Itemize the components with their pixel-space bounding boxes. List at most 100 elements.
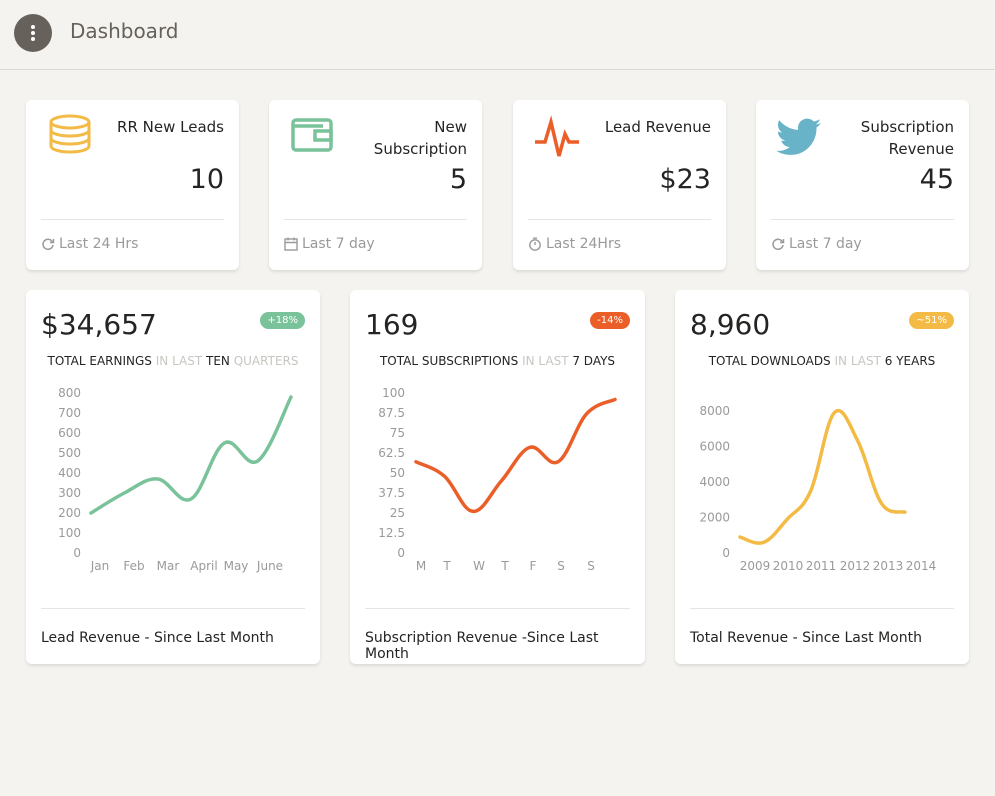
stat-value: $23 bbox=[659, 164, 711, 195]
chart-title: TOTAL DOWNLOADS IN LAST 6 YEARS bbox=[675, 354, 969, 368]
y-tick-label: 50 bbox=[390, 466, 405, 480]
chart-title-span: 7 DAYS bbox=[572, 354, 616, 368]
chart-title-muted: IN LAST bbox=[151, 354, 206, 368]
series-line bbox=[738, 409, 907, 545]
refresh-icon bbox=[772, 238, 785, 251]
y-tick-label: 800 bbox=[58, 386, 81, 400]
chart-card-downloads: 8,960 ~51% TOTAL DOWNLOADS IN LAST 6 YEA… bbox=[675, 290, 969, 664]
stat-footer-text: Last 24 Hrs bbox=[59, 236, 139, 252]
stat-value: 10 bbox=[189, 164, 224, 195]
y-tick-label: 25 bbox=[390, 506, 405, 520]
y-tick-label: 8000 bbox=[699, 404, 730, 418]
stat-value: 45 bbox=[919, 164, 954, 195]
stat-footer: Last 7 day bbox=[284, 236, 375, 252]
stat-value: 5 bbox=[449, 164, 467, 195]
pulse-icon bbox=[535, 115, 579, 157]
x-tick-label: 2011 bbox=[806, 559, 837, 573]
refresh-icon bbox=[42, 238, 55, 251]
x-tick-label: Mar bbox=[157, 559, 180, 573]
line-chart: 800 700 600 500 400 300 200 100 0 Jan Feb Mar April M… bbox=[58, 386, 293, 573]
database-icon bbox=[49, 114, 91, 154]
y-tick-label: 2000 bbox=[699, 511, 730, 525]
series-line bbox=[414, 397, 617, 514]
more-vertical-icon-dot bbox=[31, 37, 35, 41]
stat-label: Subscription Revenue bbox=[860, 118, 954, 158]
chart-title-span: 6 YEARS bbox=[884, 354, 936, 368]
calendar-icon bbox=[284, 237, 298, 251]
chart-big-value: 169 bbox=[365, 308, 419, 341]
y-tick-label: 200 bbox=[58, 506, 81, 520]
divider bbox=[284, 219, 467, 220]
menu-button[interactable] bbox=[14, 14, 52, 52]
stat-footer: Last 24Hrs bbox=[528, 236, 621, 252]
chart-title-main: TOTAL DOWNLOADS bbox=[708, 354, 831, 368]
y-tick-label: 700 bbox=[58, 406, 81, 420]
chart-big-value: $34,657 bbox=[41, 308, 157, 341]
y-tick-label: 37.5 bbox=[378, 486, 405, 500]
y-tick-label: 0 bbox=[397, 546, 405, 560]
x-tick-label: 2014 bbox=[906, 559, 937, 573]
x-tick-label: Jan bbox=[90, 559, 110, 573]
stat-label: New Subscription bbox=[373, 118, 467, 158]
series-line bbox=[89, 395, 293, 515]
chart-title: TOTAL SUBSCRIPTIONS IN LAST 7 DAYS bbox=[350, 354, 645, 368]
stat-footer: Last 24 Hrs bbox=[41, 236, 138, 252]
stat-card-subscription-revenue: Subscription Revenue 45 Last 7 day bbox=[756, 100, 969, 270]
line-chart: 8000 6000 4000 2000 0 2009 2010 2011 2012 2013 201… bbox=[699, 404, 937, 573]
change-badge: ~51% bbox=[909, 312, 954, 329]
top-navbar: Dashboard bbox=[0, 0, 995, 70]
timer-icon bbox=[529, 237, 541, 251]
y-tick-label: 500 bbox=[58, 446, 81, 460]
chart-title-main: TOTAL SUBSCRIPTIONS bbox=[379, 354, 519, 368]
y-tick-label: 0 bbox=[73, 546, 81, 560]
chart-title-muted: QUARTERS bbox=[229, 354, 299, 368]
x-tick-label: W bbox=[473, 559, 485, 573]
divider bbox=[41, 608, 305, 609]
y-tick-label: 600 bbox=[58, 426, 81, 440]
divider bbox=[365, 608, 630, 609]
stat-card-lead-revenue: Lead Revenue $23 Last 24Hrs bbox=[513, 100, 726, 270]
y-tick-label: 6000 bbox=[699, 440, 730, 454]
stat-footer-text: Last 7 day bbox=[789, 236, 862, 252]
x-tick-label: M bbox=[416, 559, 426, 573]
divider bbox=[528, 219, 711, 220]
x-tick-label: April bbox=[190, 559, 217, 573]
chart-title-muted: IN LAST bbox=[518, 354, 573, 368]
y-tick-label: 100 bbox=[58, 526, 81, 540]
y-tick-label: 62.5 bbox=[378, 446, 405, 460]
y-tick-label: 400 bbox=[58, 466, 81, 480]
y-tick-label: 300 bbox=[58, 486, 81, 500]
stat-card-new-leads: RR New Leads 10 Last 24 Hrs bbox=[26, 100, 239, 270]
y-tick-label: 100 bbox=[382, 386, 405, 400]
x-tick-label: June bbox=[256, 559, 283, 573]
chart-big-value: 8,960 bbox=[690, 308, 771, 341]
x-tick-label: S bbox=[587, 559, 595, 573]
x-tick-label: T bbox=[500, 559, 509, 573]
more-vertical-icon bbox=[31, 25, 35, 29]
stat-card-new-subscription: New Subscription 5 Last 7 day bbox=[269, 100, 482, 270]
stat-label: Lead Revenue bbox=[604, 118, 711, 136]
x-tick-label: F bbox=[530, 559, 537, 573]
chart-card-subscriptions: 169 -14% TOTAL SUBSCRIPTIONS IN LAST 7 D… bbox=[350, 290, 645, 664]
x-tick-label: Feb bbox=[123, 559, 144, 573]
x-tick-label: T bbox=[442, 559, 451, 573]
divider bbox=[41, 219, 224, 220]
twitter-icon bbox=[776, 118, 822, 155]
y-tick-label: 87.5 bbox=[378, 406, 405, 420]
line-chart: 100 87.5 75 62.5 50 37.5 25 12.5 0M T W T F S S bbox=[378, 386, 617, 573]
chart-title-span: TEN bbox=[206, 354, 230, 368]
y-tick-label: 75 bbox=[390, 426, 405, 440]
more-vertical-icon-dot bbox=[31, 31, 35, 35]
stat-footer: Last 7 day bbox=[771, 236, 862, 252]
x-tick-label: 2010 bbox=[773, 559, 804, 573]
x-tick-label: S bbox=[557, 559, 565, 573]
change-badge: -14% bbox=[590, 312, 630, 329]
chart-footer: Subscription Revenue -Since Last Month bbox=[365, 630, 599, 662]
wallet-icon bbox=[291, 118, 333, 152]
stat-footer-text: Last 24Hrs bbox=[546, 236, 622, 252]
y-tick-label: 12.5 bbox=[378, 526, 405, 540]
chart-footer: Total Revenue - Since Last Month bbox=[690, 630, 922, 646]
chart-title: TOTAL EARNINGS IN LAST TEN QUARTERS bbox=[26, 354, 320, 368]
chart-card-earnings: $34,657 +18% TOTAL EARNINGS IN LAST TEN … bbox=[26, 290, 320, 664]
x-tick-label: 2012 bbox=[840, 559, 871, 573]
